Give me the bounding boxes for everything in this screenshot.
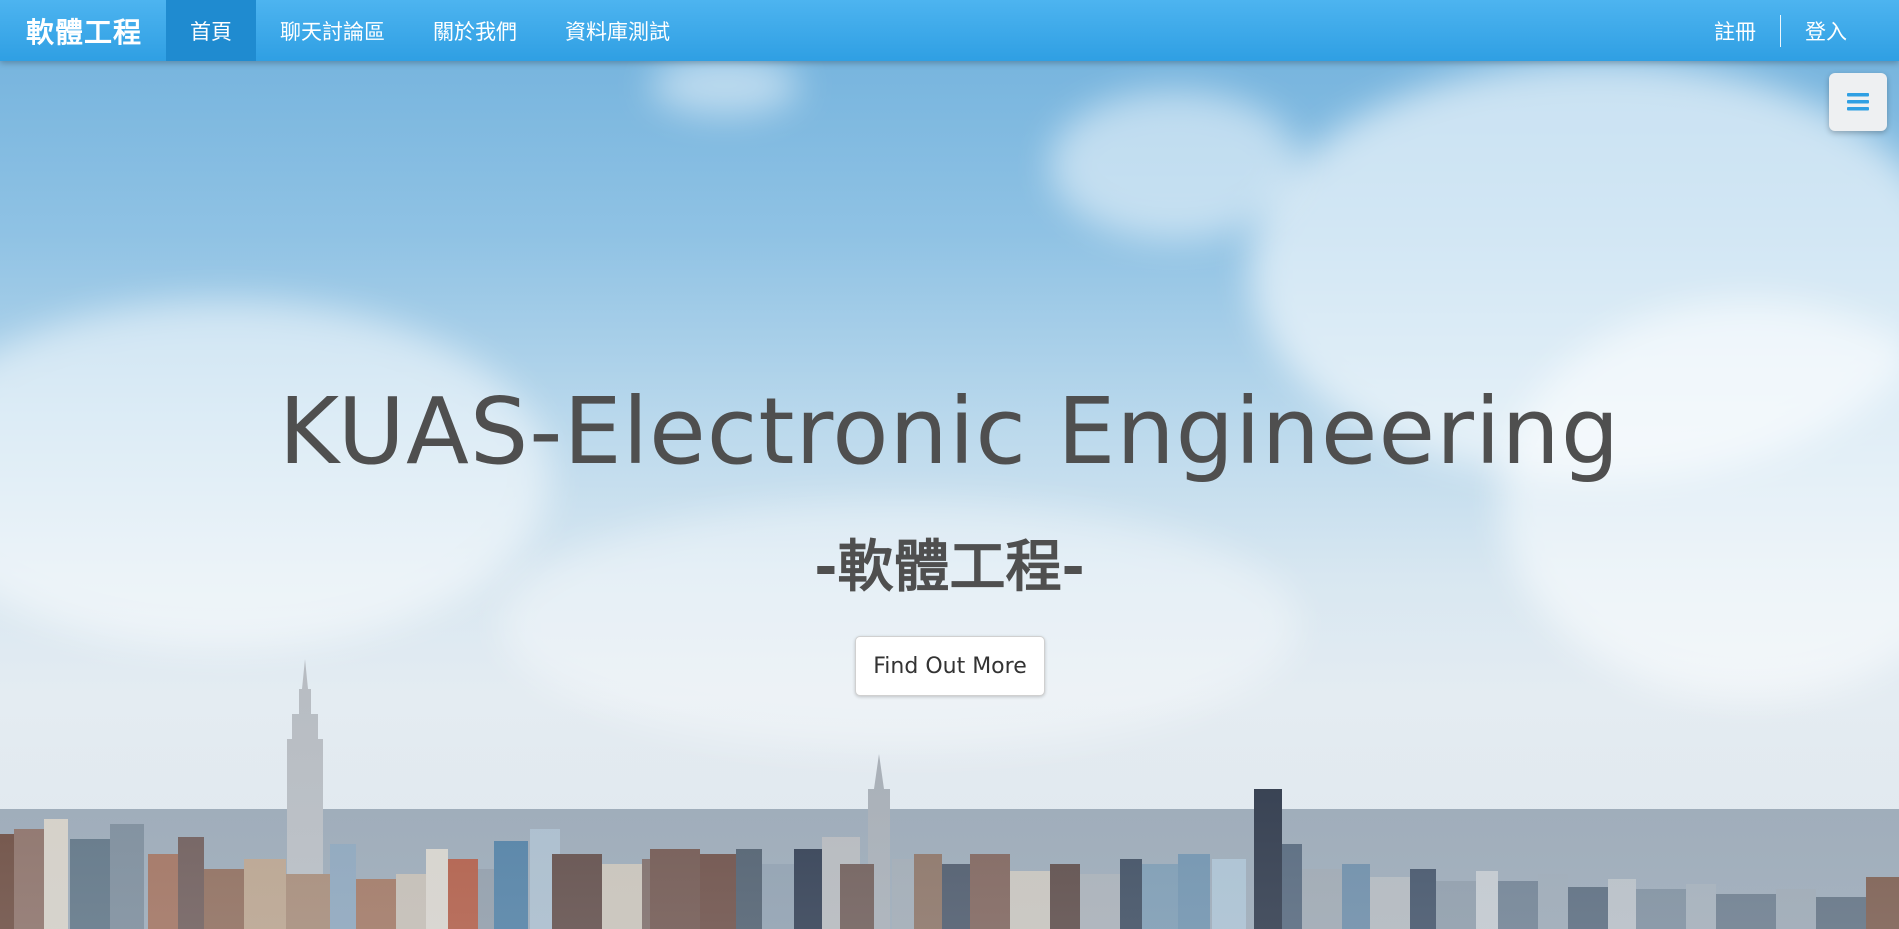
- top-navbar: 軟體工程 首頁 聊天討論區 關於我們 資料庫測試 註冊 登入: [0, 0, 1899, 61]
- nav-item-database-test[interactable]: 資料庫測試: [541, 0, 694, 61]
- nav-auth-group: 註冊 登入: [1690, 0, 1899, 61]
- cloud: [650, 55, 800, 115]
- cloud: [1050, 90, 1300, 240]
- hero-title: KUAS-Electronic Engineering: [278, 378, 1621, 485]
- register-link[interactable]: 註冊: [1690, 0, 1780, 61]
- city-skyline-image: [0, 659, 1899, 929]
- find-out-more-button[interactable]: Find Out More: [855, 636, 1045, 696]
- hero-subtitle: -軟體工程-: [814, 535, 1085, 600]
- page-viewport: 軟體工程 首頁 聊天討論區 關於我們 資料庫測試 註冊 登入 KUAS-Elec…: [0, 0, 1899, 929]
- nav-item-chat-forum[interactable]: 聊天討論區: [256, 0, 409, 61]
- hamburger-icon: [1847, 93, 1869, 111]
- login-link[interactable]: 登入: [1781, 0, 1871, 61]
- brand-logo-link[interactable]: 軟體工程: [0, 0, 166, 61]
- nav-item-about-us[interactable]: 關於我們: [409, 0, 541, 61]
- menu-toggle-button[interactable]: [1829, 73, 1887, 131]
- nav-item-home[interactable]: 首頁: [166, 0, 257, 61]
